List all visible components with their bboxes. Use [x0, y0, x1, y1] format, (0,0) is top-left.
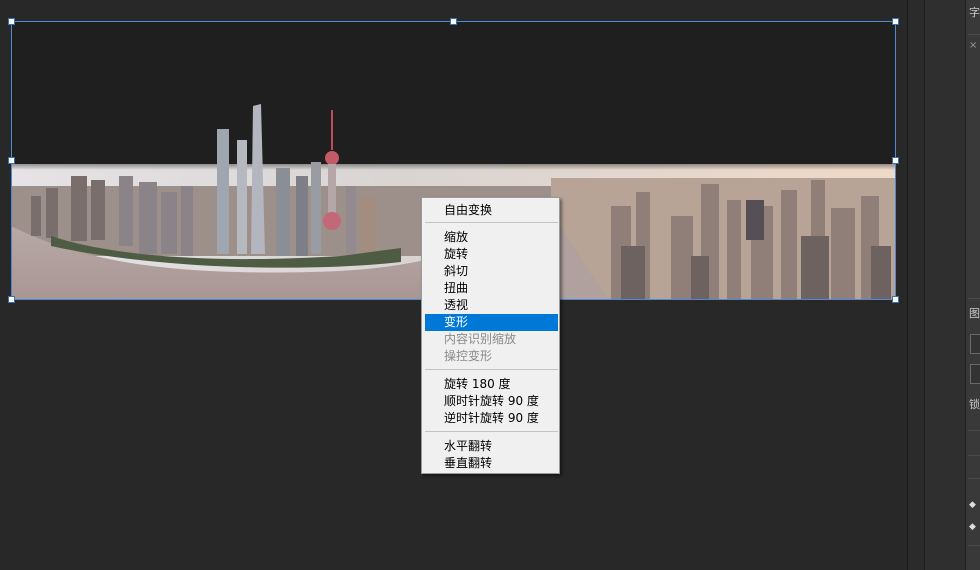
menu-item-flip-horizontal[interactable]: 水平翻转	[425, 438, 558, 455]
close-icon[interactable]: ×	[969, 40, 977, 51]
menu-item-rotate-180[interactable]: 旋转 180 度	[425, 376, 558, 393]
panel-label-layers: 图	[969, 307, 980, 320]
menu-item-rotate[interactable]: 旋转	[425, 246, 558, 263]
menu-item-content-aware-scale: 内容识别缩放	[444, 332, 517, 346]
layer-row[interactable]	[968, 455, 980, 456]
transform-handle-top-center[interactable]	[450, 18, 457, 25]
layer-filter-select[interactable]	[970, 364, 980, 384]
menu-item-puppet-warp: 操控变形	[444, 349, 493, 363]
lock-label: 锁	[969, 398, 980, 411]
menu-item-perspective[interactable]: 透视	[425, 297, 558, 314]
menu-item-free-transform[interactable]: 自由变换	[425, 202, 558, 219]
menu-item-flip-vertical[interactable]: 垂直翻转	[425, 455, 558, 472]
transform-handle-middle-right[interactable]	[892, 157, 899, 164]
transform-handle-top-right[interactable]	[892, 18, 899, 25]
menu-item-scale[interactable]: 缩放	[425, 229, 558, 246]
panel-divider-line	[968, 298, 980, 299]
menu-separator	[425, 431, 558, 432]
layer-row[interactable]	[968, 545, 980, 546]
transform-handle-bottom-left[interactable]	[8, 296, 15, 303]
layer-row[interactable]	[968, 478, 980, 479]
menu-item-rotate-90-ccw[interactable]: 逆时针旋转 90 度	[425, 410, 558, 427]
menu-separator	[425, 222, 558, 223]
menu-item-skew[interactable]: 斜切	[425, 263, 558, 280]
visibility-eye-icon[interactable]: ◆	[969, 522, 976, 532]
panel-divider-line	[968, 34, 980, 35]
panel-dock	[925, 0, 965, 570]
menu-item-warp[interactable]: 变形	[425, 314, 558, 331]
menu-item-rotate-90-cw[interactable]: 顺时针旋转 90 度	[425, 393, 558, 410]
menu-separator	[425, 369, 558, 370]
layer-row[interactable]	[968, 430, 980, 431]
right-panel-edge: 字 × 图 锁 ◆ ◆	[965, 0, 980, 570]
panel-label-top: 字	[969, 6, 980, 19]
menu-item-distort[interactable]: 扭曲	[425, 280, 558, 297]
visibility-eye-icon[interactable]: ◆	[969, 500, 976, 510]
blend-mode-select[interactable]	[970, 334, 980, 354]
transform-context-menu: 自由变换 缩放 旋转 斜切 扭曲 透视 变形 内容识别缩放 操控变形 旋转 18…	[421, 197, 560, 474]
transform-handle-top-left[interactable]	[8, 18, 15, 25]
transform-handle-bottom-right[interactable]	[892, 296, 899, 303]
panel-scrollbar[interactable]	[907, 0, 925, 570]
transform-handle-middle-left[interactable]	[8, 157, 15, 164]
